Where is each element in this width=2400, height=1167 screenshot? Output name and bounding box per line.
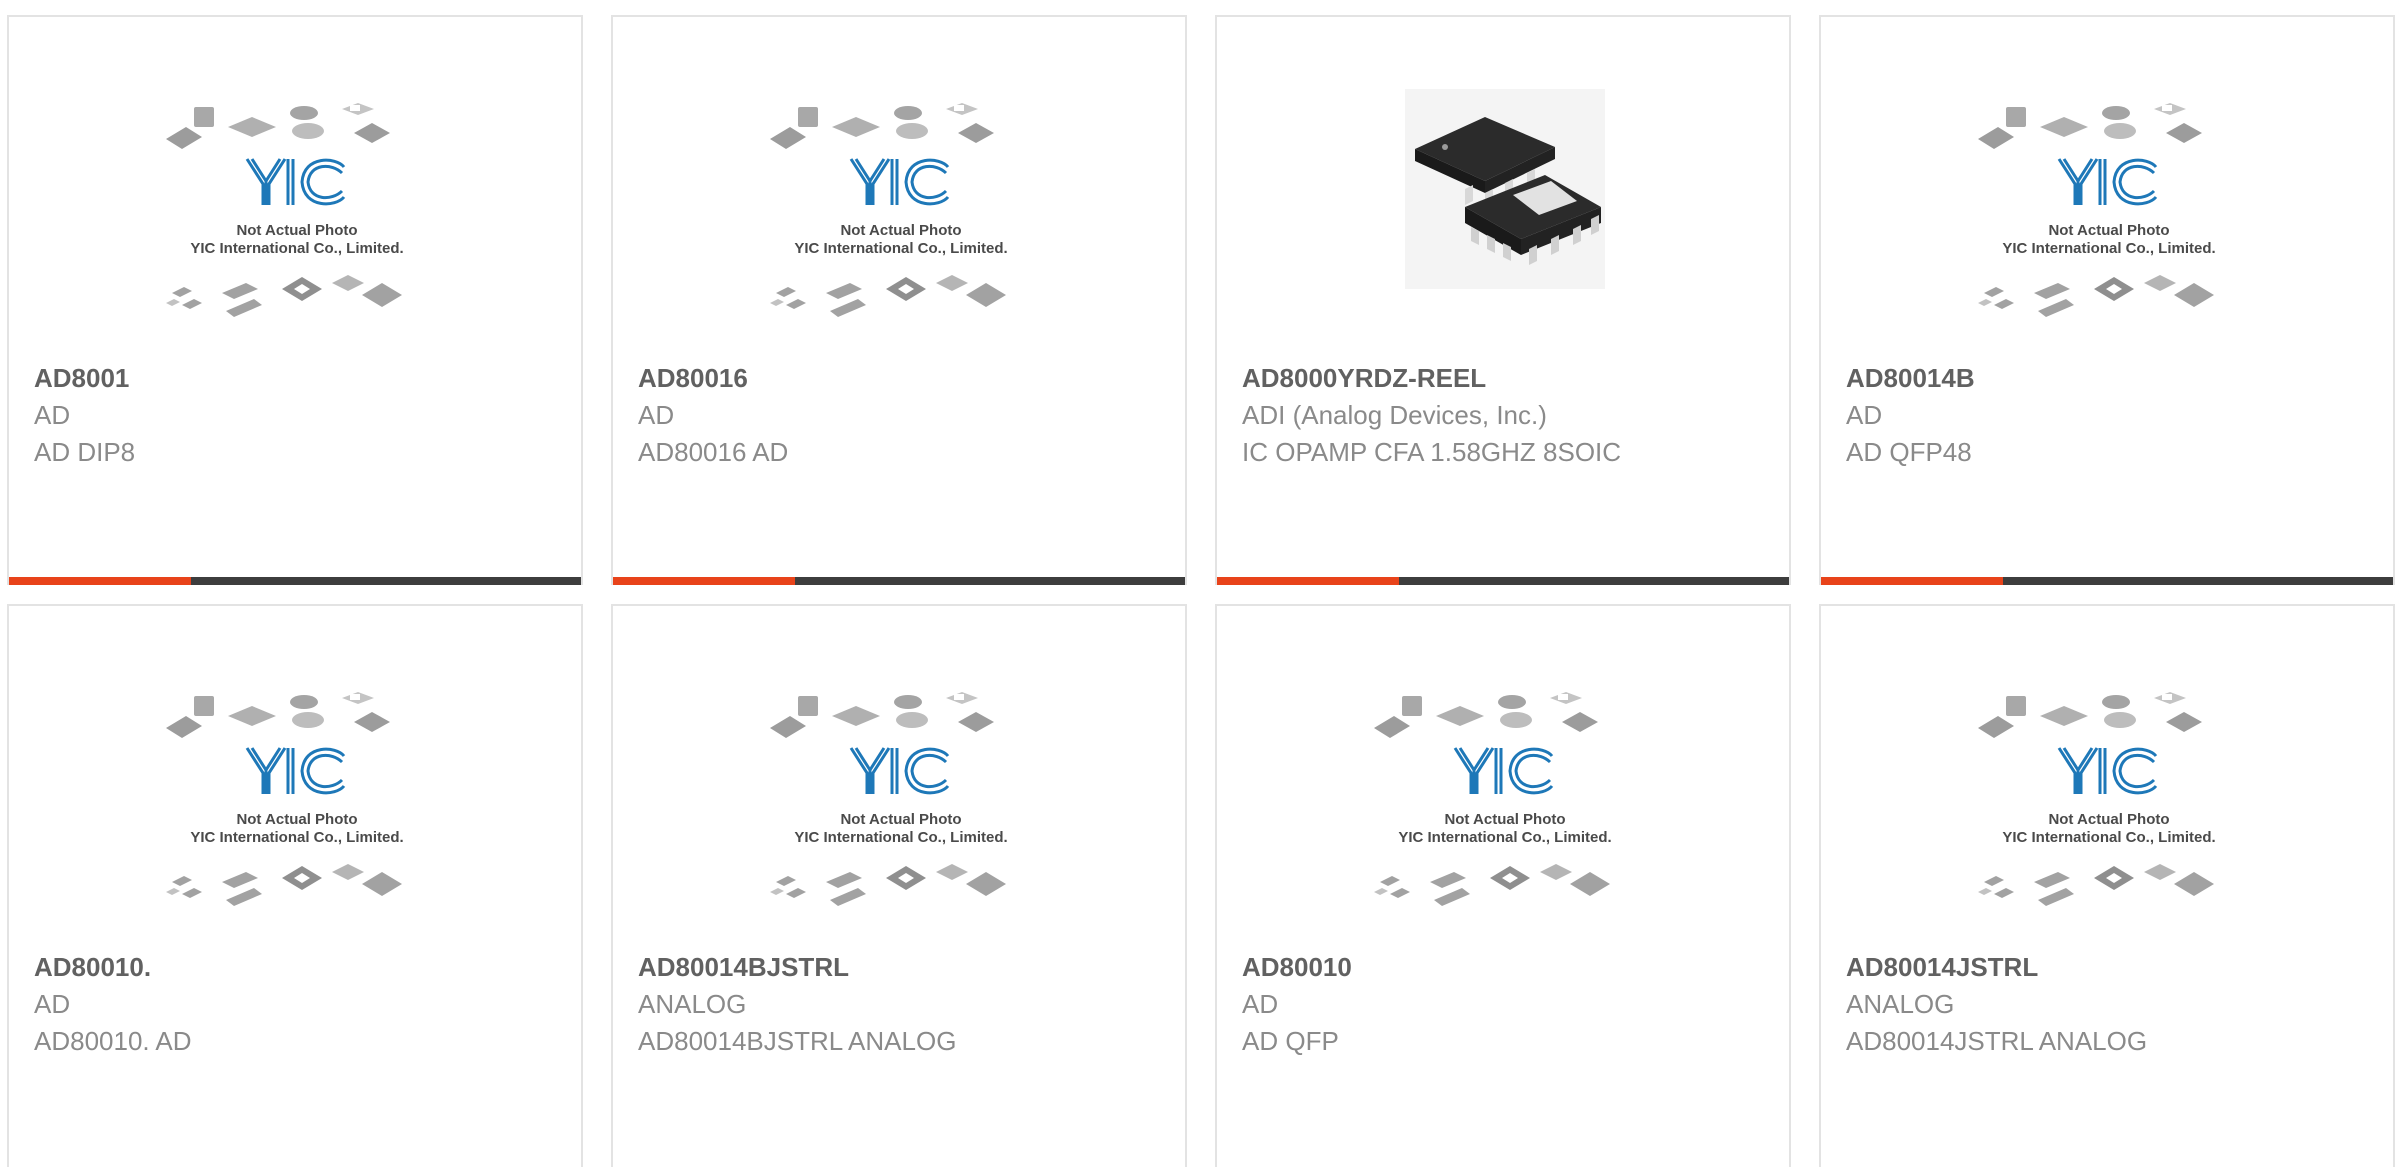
manufacturer: ANALOG	[1846, 989, 1955, 1019]
manufacturer: ANALOG	[638, 989, 747, 1019]
placeholder-line-2: YIC International Co., Limited.	[190, 829, 403, 846]
placeholder-line-2: YIC International Co., Limited.	[2002, 829, 2215, 846]
description: AD80010. AD	[34, 1026, 192, 1056]
description: AD80014BJSTRL ANALOG	[638, 1026, 957, 1056]
placeholder-line-1: Not Actual Photo	[236, 222, 357, 239]
placeholder-line-1: Not Actual Photo	[840, 811, 961, 828]
placeholder-line-2: YIC International Co., Limited.	[1398, 829, 1611, 846]
product-image[interactable]: Not Actual Photo YIC International Co., …	[9, 97, 581, 367]
card-accent-bar	[1821, 577, 2003, 585]
placeholder-line-2: YIC International Co., Limited.	[190, 240, 403, 257]
card-bottom-bar	[9, 577, 581, 585]
product-card[interactable]: AD8000YRDZ-REEL ADI (Analog Devices, Inc…	[1215, 15, 1791, 585]
product-image[interactable]: Not Actual Photo YIC International Co., …	[1217, 686, 1789, 956]
description: AD QFP48	[1846, 437, 1972, 467]
card-accent-bar	[9, 577, 191, 585]
product-card[interactable]: Not Actual Photo YIC International Co., …	[1819, 604, 2395, 1167]
part-number[interactable]: AD8001	[34, 360, 129, 396]
description: AD80016 AD	[638, 437, 789, 467]
placeholder-image: Not Actual Photo YIC International Co., …	[1978, 103, 2216, 317]
manufacturer: AD	[638, 400, 675, 430]
manufacturer: AD	[1242, 989, 1279, 1019]
manufacturer: AD	[1846, 400, 1883, 430]
placeholder-image: Not Actual Photo YIC International Co., …	[770, 692, 1008, 906]
placeholder-image: Not Actual Photo YIC International Co., …	[166, 103, 404, 317]
soic8-chip-photo	[1405, 89, 1605, 289]
placeholder-image: Not Actual Photo YIC International Co., …	[1978, 692, 2216, 906]
product-card[interactable]: Not Actual Photo YIC International Co., …	[611, 604, 1187, 1167]
placeholder-line-1: Not Actual Photo	[840, 222, 961, 239]
product-image[interactable]	[1217, 89, 1789, 367]
product-image[interactable]: Not Actual Photo YIC International Co., …	[613, 97, 1185, 367]
product-image[interactable]: Not Actual Photo YIC International Co., …	[613, 686, 1185, 956]
manufacturer: AD	[34, 989, 71, 1019]
placeholder-image: Not Actual Photo YIC International Co., …	[770, 103, 1008, 317]
product-card[interactable]: Not Actual Photo YIC International Co., …	[7, 604, 583, 1167]
placeholder-line-2: YIC International Co., Limited.	[794, 829, 1007, 846]
part-number[interactable]: AD80010	[1242, 949, 1352, 985]
placeholder-line-2: YIC International Co., Limited.	[2002, 240, 2215, 257]
part-number[interactable]: AD80016	[638, 360, 748, 396]
product-image[interactable]: Not Actual Photo YIC International Co., …	[9, 686, 581, 956]
product-image[interactable]: Not Actual Photo YIC International Co., …	[1821, 97, 2393, 367]
card-bottom-bar	[613, 577, 1185, 585]
part-number[interactable]: AD80014JSTRL	[1846, 949, 2038, 985]
card-accent-bar	[1217, 577, 1399, 585]
placeholder-line-2: YIC International Co., Limited.	[794, 240, 1007, 257]
card-bottom-bar	[1217, 577, 1789, 585]
product-card[interactable]: Not Actual Photo YIC International Co., …	[1819, 15, 2395, 585]
product-image[interactable]: Not Actual Photo YIC International Co., …	[1821, 686, 2393, 956]
description: AD DIP8	[34, 437, 136, 467]
card-bottom-bar	[1821, 577, 2393, 585]
product-card[interactable]: Not Actual Photo YIC International Co., …	[1215, 604, 1791, 1167]
placeholder-line-1: Not Actual Photo	[2048, 811, 2169, 828]
description: AD QFP	[1242, 1026, 1339, 1056]
description: IC OPAMP CFA 1.58GHZ 8SOIC	[1242, 437, 1622, 467]
product-card[interactable]: Not Actual Photo YIC International Co., …	[7, 15, 583, 585]
manufacturer: ADI (Analog Devices, Inc.)	[1242, 400, 1547, 430]
part-number[interactable]: AD80014B	[1846, 360, 1975, 396]
card-accent-bar	[613, 577, 795, 585]
product-grid: Not Actual Photo YIC International Co., …	[0, 0, 2400, 1167]
part-number[interactable]: AD80014BJSTRL	[638, 949, 849, 985]
placeholder-line-1: Not Actual Photo	[1444, 811, 1565, 828]
placeholder-image: Not Actual Photo YIC International Co., …	[1374, 692, 1612, 906]
product-card[interactable]: Not Actual Photo YIC International Co., …	[611, 15, 1187, 585]
part-number[interactable]: AD8000YRDZ-REEL	[1242, 360, 1486, 396]
placeholder-line-1: Not Actual Photo	[2048, 222, 2169, 239]
part-number[interactable]: AD80010.	[34, 949, 151, 985]
description: AD80014JSTRL ANALOG	[1846, 1026, 2148, 1056]
manufacturer: AD	[34, 400, 71, 430]
placeholder-line-1: Not Actual Photo	[236, 811, 357, 828]
placeholder-image: Not Actual Photo YIC International Co., …	[166, 692, 404, 906]
